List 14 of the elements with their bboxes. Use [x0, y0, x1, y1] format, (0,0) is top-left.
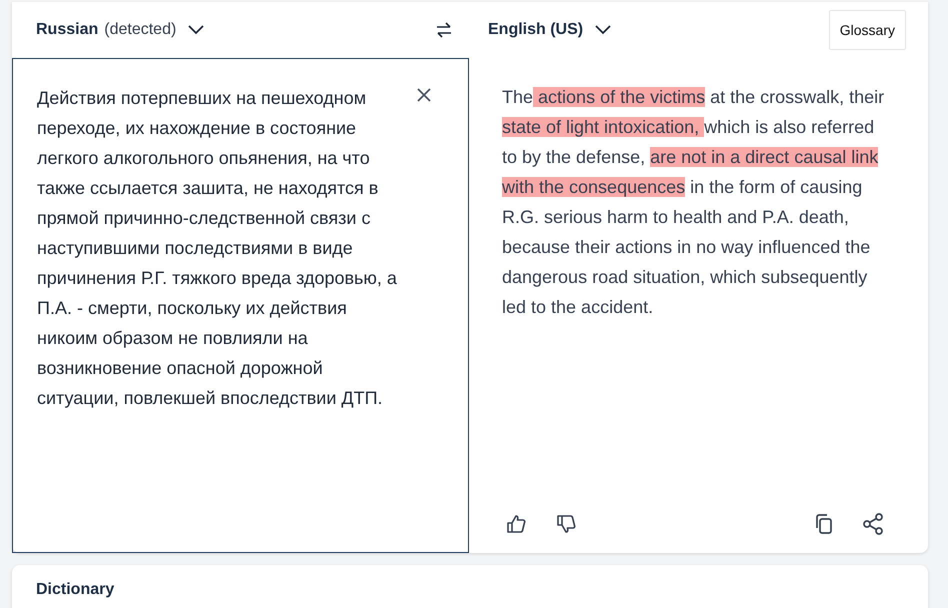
clear-icon[interactable] [417, 88, 431, 102]
translation-text: The actions of the victims at the crosswalk, their state of light intoxication, which is also referred to by the defense, are not in a direct causal link with the consequences in the form of causing R.G. serious harm to health and P.A. death, because their actions in no way influenced the dangerous road situation, which subsequently led to the accident. [502, 86, 886, 319]
source-text-field[interactable]: Действия потерпевших на пешеходном переходе, их нахождение в состояние легкого алкогольного опьянения, на что также ссылается зашита, не находятся в прямой причинно-следственной связи с наступившими последствиями в виде причинения Р.Г. тяжкого вреда здоровью, а П.А. - смерти, поскольку их действия никоим образом не повлияли на возникновение опасной дорожной ситуации, повлекшей впоследствии ДТП. [12, 58, 469, 553]
target-language-select[interactable]: English (US) [488, 21, 612, 39]
glossary-button[interactable]: Glossary [828, 10, 906, 50]
share-icon[interactable] [862, 513, 884, 535]
thumbs-down-icon[interactable] [555, 513, 577, 535]
chevron-down-icon [595, 25, 612, 35]
source-language-select[interactable]: Russian (detected) [36, 21, 204, 39]
dictionary-title: Dictionary [36, 581, 114, 598]
thumbs-up-icon[interactable] [505, 513, 527, 535]
chevron-down-icon [188, 25, 204, 35]
copy-icon[interactable] [814, 513, 834, 535]
swap-icon[interactable] [434, 20, 454, 40]
